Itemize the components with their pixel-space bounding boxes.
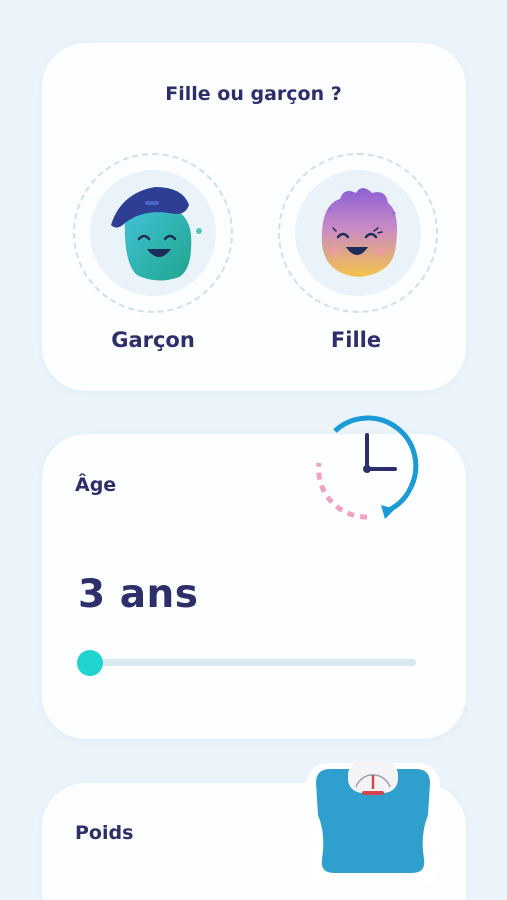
age-value: 3 ans [78,572,199,617]
boy-avatar-icon [111,187,202,281]
boy-option-label[interactable]: Garçon [73,328,233,352]
gender-question-title: Fille ou garçon ? [165,83,342,105]
screen: Fille ou garçon ? Garçon Fille Âge 3 ans… [0,0,507,900]
clock-icon [316,415,419,520]
boy-option-button[interactable] [73,153,233,313]
girl-option-button[interactable] [278,153,438,313]
girl-avatar-icon [321,188,397,277]
age-slider-thumb[interactable] [77,650,103,676]
weight-title: Poids [75,822,134,844]
scale-icon [306,761,440,885]
age-title: Âge [75,474,117,496]
girl-option-label[interactable]: Fille [276,328,436,352]
age-slider-track[interactable] [86,659,416,666]
